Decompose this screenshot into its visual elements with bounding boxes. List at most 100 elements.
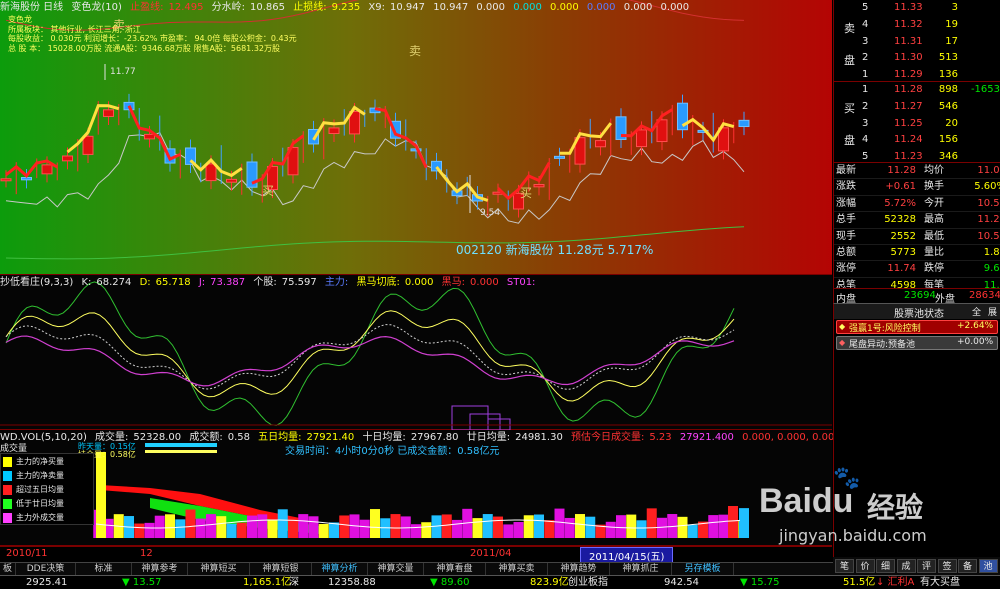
stop-profit-label: 止盈线: [130, 2, 164, 13]
volume-bar [616, 515, 626, 538]
legend-item-3: 超过五日均量 [16, 485, 64, 494]
quote-value: 10.58 [977, 197, 1000, 209]
bid-level: 2 [862, 100, 869, 112]
ask-level: 5 [862, 2, 869, 13]
j-value: 73.387 [210, 277, 246, 288]
volume-bar [472, 518, 483, 538]
quote-value: +0.61 [885, 181, 916, 193]
ask-level: 2 [862, 52, 869, 64]
ask-level: 4 [862, 18, 869, 30]
volume-bar [175, 519, 186, 538]
high-price-label: 11.77 [110, 67, 136, 77]
inout-bar: 内盘 23694 外盘 28634 [833, 288, 1000, 305]
ma20-value: 24981.30 [515, 432, 563, 443]
ask-row[interactable]: 3 11.31 17 [834, 34, 1000, 51]
legend-item-4: 低于廿日均量 [16, 499, 64, 508]
right-tab[interactable]: 签 [937, 559, 957, 573]
volume-bar-last [728, 506, 738, 538]
volume-bar [185, 509, 196, 538]
quote-value: 5.72% [884, 197, 916, 209]
stock-info-box: 变色龙 所属板块： 其他行业, 长江三角, 浙江 每股收益： 0.030元 利润… [8, 15, 297, 53]
volume-panel[interactable]: WD.VOL(5,10,20) 成交量: 52328.00 成交额: 0.58 五日… [0, 430, 911, 546]
legend-swatch-1 [3, 457, 12, 467]
volume-bar [534, 514, 544, 538]
d-label: D: [139, 277, 151, 288]
ask-row[interactable]: 4 11.32 19 [834, 17, 1000, 34]
right-tab[interactable]: 池 [978, 559, 998, 573]
legend-item-2: 主力的净卖量 [16, 471, 64, 480]
gem-amount: 51.5亿 [843, 577, 876, 588]
pool-all-button[interactable]: 全 [972, 305, 981, 318]
bid-volume: 156 [938, 134, 958, 146]
right-tab[interactable]: 细 [876, 559, 895, 573]
sh-amount: 1,165.1亿 [243, 577, 292, 588]
quote-label: 涨幅 [836, 197, 856, 209]
ticker-message: 有大买盘 [920, 577, 960, 588]
pool-item-1[interactable]: ◆ 强赢1号:风险控制 +2.64% [836, 320, 998, 334]
date-label-2: 12 [140, 548, 153, 559]
bid-level: 1 [862, 84, 869, 95]
quote-value: 10.58 [977, 230, 1000, 242]
candlestick-panel[interactable]: 新海股份 日线 变色龙(10) 止盈线: 12.495 分水岭: 10.865 止损… [0, 0, 832, 275]
candle-body [103, 109, 114, 117]
ask-price: 11.32 [894, 18, 923, 30]
ask-volume: 3 [951, 2, 958, 13]
bid-volume: 898 [938, 84, 958, 95]
trade-time-text: 交易时间：4小时0分0秒 已成交金额：0.58亿元 [285, 446, 500, 457]
right-tab[interactable]: 价 [855, 559, 875, 573]
info-shares: 总 股 本： 15028.00万股 流通A股：9346.68万股 限售A股：56… [8, 43, 280, 53]
value-7: 0.000 [660, 2, 690, 13]
right-tab[interactable]: 备 [958, 559, 977, 573]
pool-item-1-name: 强赢1号:风险控制 [849, 324, 921, 334]
right-tab[interactable]: 成 [896, 559, 916, 573]
indicator-name: 变色龙(10) [71, 2, 122, 13]
bid-volume: 20 [945, 117, 958, 129]
volume-bar [452, 519, 462, 538]
bid-row[interactable]: 3 11.25 20 [834, 116, 1000, 133]
bid-row[interactable]: 4 11.24 156 [834, 132, 1000, 149]
pool-item-2-value: +0.00% [957, 337, 994, 347]
volume-bar [318, 523, 329, 538]
quote-label: 今开 [924, 197, 944, 209]
volume-bar [482, 514, 493, 538]
volume-bar [277, 509, 288, 538]
watermark-url: jingyan.baidu.com [779, 526, 927, 545]
volume-bar [523, 515, 534, 538]
horse-label: 黑马切底: [356, 277, 400, 288]
ask-row[interactable]: 5 11.33 3 [834, 0, 1000, 17]
quote-label: 均价 [924, 165, 944, 176]
quote-value: 11.03 [977, 165, 1000, 176]
legend-item-5: 主力外成交量 [16, 513, 64, 522]
x9-label: X9: [368, 2, 386, 13]
x9-value: 10.947 [390, 2, 426, 13]
quote-value: 1.82 [983, 246, 1000, 258]
kdj-chart[interactable] [0, 275, 832, 430]
ask-price: 11.33 [894, 2, 923, 13]
volume-bar [739, 508, 749, 538]
pool-expand-button[interactable]: 展 [988, 305, 997, 318]
quote-row: 总手 52328 最高 11.28 [834, 212, 1000, 229]
kdj-panel[interactable]: 抄低看庄(9,3,3) K: 68.274 D: 65.718 J: 73.387 个… [0, 275, 832, 430]
baidu-watermark: Baidu 🐾 经验 jingyan.baidu.com [759, 466, 999, 545]
quote-row: 涨停 11.74 跌停 9.60 [834, 261, 1000, 278]
ask-volume: 17 [945, 35, 958, 47]
stop-loss-label: 止损线: [293, 2, 327, 13]
right-tab[interactable]: 评 [917, 559, 936, 573]
date-label-1: 2010/11 [6, 548, 48, 559]
quote-value: 11.28 [977, 214, 1000, 226]
bid-row[interactable]: 2 11.27 546 [834, 99, 1000, 116]
bid-level: 4 [862, 134, 869, 146]
watershed-label: 分水岭: [211, 2, 246, 13]
pool-item-2[interactable]: ◆ 尾盘异动:预备池 +0.00% [836, 336, 998, 350]
ask-row[interactable]: 2 11.30 513 [834, 50, 1000, 67]
candle-body [82, 135, 94, 155]
volume-bar [359, 519, 370, 538]
volume-bar [298, 514, 309, 538]
volume-bar [687, 524, 698, 538]
quote-label: 总手 [836, 214, 856, 226]
right-tab[interactable]: 笔 [835, 559, 854, 573]
bid-row[interactable]: 1 11.28 898 -1653 [834, 82, 1000, 99]
stop-profit-value: 12.495 [168, 2, 204, 13]
order-book: 卖 盘 买 盘 5 11.33 3 4 11.32 19 3 11.31 17 2 11.30 513… [833, 0, 1000, 162]
right-tab-strip: 笔价细成评签备池 [833, 557, 1000, 575]
